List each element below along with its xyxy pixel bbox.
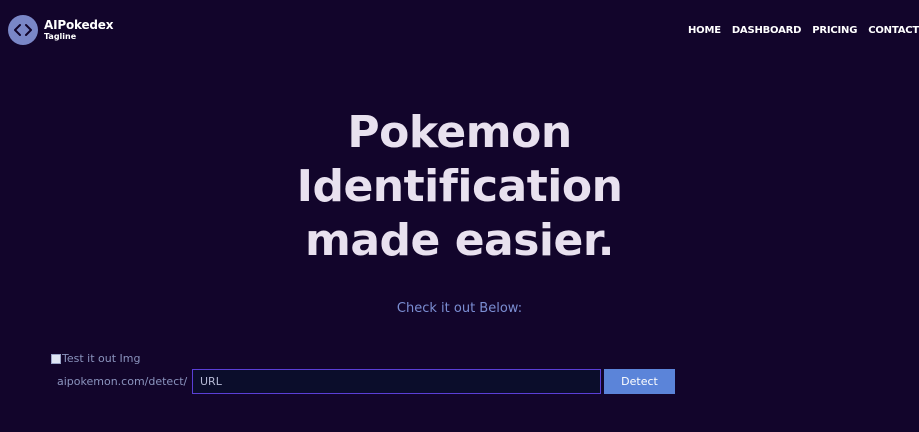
test-image-alt-text: Test it out Img xyxy=(62,352,141,365)
page: AIPokedex Tagline HOME DASHBOARD PRICING… xyxy=(0,0,919,432)
hero-line-3: made easier. xyxy=(305,215,614,266)
url-prefix-label: aipokemon.com/detect/ xyxy=(57,375,188,388)
code-brackets-icon xyxy=(8,15,38,45)
nav-pricing[interactable]: PRICING xyxy=(812,24,857,38)
broken-image-icon xyxy=(51,354,61,364)
nav-home[interactable]: HOME xyxy=(688,24,721,38)
hero-line-1: Pokemon xyxy=(347,107,572,158)
hero-title: Pokemon Identification made easier. xyxy=(0,106,919,268)
brand-name: AIPokedex xyxy=(44,18,114,32)
brand[interactable]: AIPokedex Tagline xyxy=(8,15,113,45)
subtitle: Check it out Below: xyxy=(396,301,523,316)
hero-line-2: Identification xyxy=(296,161,623,212)
nav-dashboard[interactable]: DASHBOARD xyxy=(732,24,802,38)
brand-tagline: Tagline xyxy=(44,32,77,41)
top-nav: HOME DASHBOARD PRICING CONTACT xyxy=(688,24,919,38)
nav-contact[interactable]: CONTACT xyxy=(868,24,919,38)
url-input[interactable] xyxy=(192,369,601,394)
detect-button[interactable]: Detect xyxy=(604,369,675,394)
test-image: Test it out Img xyxy=(51,352,140,366)
